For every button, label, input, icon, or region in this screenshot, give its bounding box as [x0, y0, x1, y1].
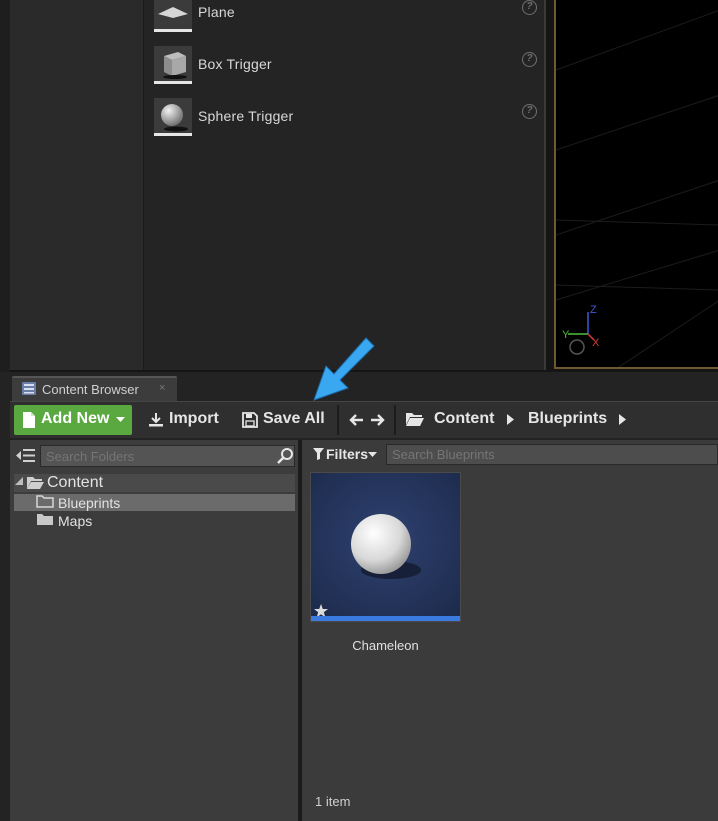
content-browser-icon [22, 382, 36, 395]
level-viewport[interactable]: Z Y X [554, 0, 718, 369]
sphere-thumbnail-icon [311, 473, 460, 621]
place-item-label: Plane [198, 4, 235, 20]
filters-label: Filters [326, 446, 369, 462]
place-item-plane[interactable]: Plane ? [144, 0, 544, 42]
left-edge-strip [0, 0, 10, 372]
chevron-down-icon [116, 417, 125, 422]
place-actors-list: Plane ? Box Trigger ? Sphere Trigger ? [144, 0, 546, 370]
forward-button[interactable] [368, 405, 388, 435]
content-browser-tab-label: Content Browser [42, 382, 139, 397]
asset-name-label[interactable]: Chameleon [310, 638, 461, 653]
plane-thumbnail-icon [154, 0, 192, 32]
save-all-label: Save All [263, 410, 325, 427]
breadcrumb-blueprints[interactable]: Blueprints [528, 410, 607, 428]
help-icon[interactable]: ? [522, 104, 537, 119]
axis-y-label: Y [562, 329, 570, 341]
toolbar-separator [337, 405, 339, 435]
help-icon[interactable]: ? [522, 52, 537, 67]
tree-item-maps[interactable]: Maps [58, 513, 92, 529]
save-all-button[interactable]: Save All [240, 405, 328, 435]
folder-open-icon [27, 477, 44, 489]
breadcrumb-content[interactable]: Content [434, 410, 494, 428]
add-new-label: Add New [41, 410, 110, 427]
asset-type-color-bar [311, 616, 460, 621]
arrow-right-icon [371, 414, 385, 426]
breadcrumb-arrow-icon[interactable] [507, 414, 514, 425]
annotation-arrow-icon [313, 337, 375, 401]
asset-thumbnail-chameleon[interactable] [310, 472, 461, 622]
close-icon[interactable]: × [159, 382, 165, 394]
search-assets-input[interactable] [386, 444, 718, 465]
new-file-icon [23, 412, 35, 428]
tree-collapse-icon[interactable] [15, 477, 23, 485]
search-folders-input[interactable] [40, 445, 295, 467]
axis-z-label: Z [590, 304, 597, 316]
place-categories-panel [10, 0, 144, 370]
toggle-sources-icon[interactable] [16, 447, 36, 464]
folder-open-icon [406, 413, 424, 426]
help-icon[interactable]: ? [522, 0, 537, 15]
place-item-label: Box Trigger [198, 56, 272, 72]
sphere-trigger-thumbnail-icon [154, 98, 192, 136]
place-item-label: Sphere Trigger [198, 108, 294, 124]
box-trigger-thumbnail-icon [154, 46, 192, 84]
breadcrumb-arrow-icon[interactable] [619, 414, 626, 425]
toolbar-separator [394, 405, 396, 435]
place-item-sphere-trigger[interactable]: Sphere Trigger ? [144, 98, 544, 146]
save-icon [242, 412, 258, 428]
tree-item-blueprints[interactable]: Blueprints [58, 495, 120, 511]
tree-row-blueprints-selected[interactable] [14, 494, 295, 511]
back-button[interactable] [346, 405, 366, 435]
content-browser-tab[interactable]: Content Browser × [12, 376, 177, 401]
viewport-grid: Z Y X [556, 10, 718, 367]
place-item-box-trigger[interactable]: Box Trigger ? [144, 46, 544, 94]
add-new-button[interactable]: Add New [14, 405, 132, 435]
import-label: Import [169, 410, 219, 427]
item-count-label: 1 item [315, 794, 351, 809]
axis-gizmo: Z Y X [562, 304, 600, 355]
axis-x-label: X [592, 337, 600, 349]
search-icon [277, 448, 293, 464]
filter-icon [313, 448, 324, 460]
filters-button[interactable]: Filters [312, 445, 380, 465]
chevron-down-icon [368, 452, 377, 457]
tree-root-label[interactable]: Content [47, 474, 103, 492]
arrow-left-icon [349, 414, 363, 426]
folder-icon [37, 514, 53, 525]
folder-icon [36, 495, 54, 508]
import-icon [149, 413, 163, 427]
import-button[interactable]: Import [146, 405, 221, 435]
